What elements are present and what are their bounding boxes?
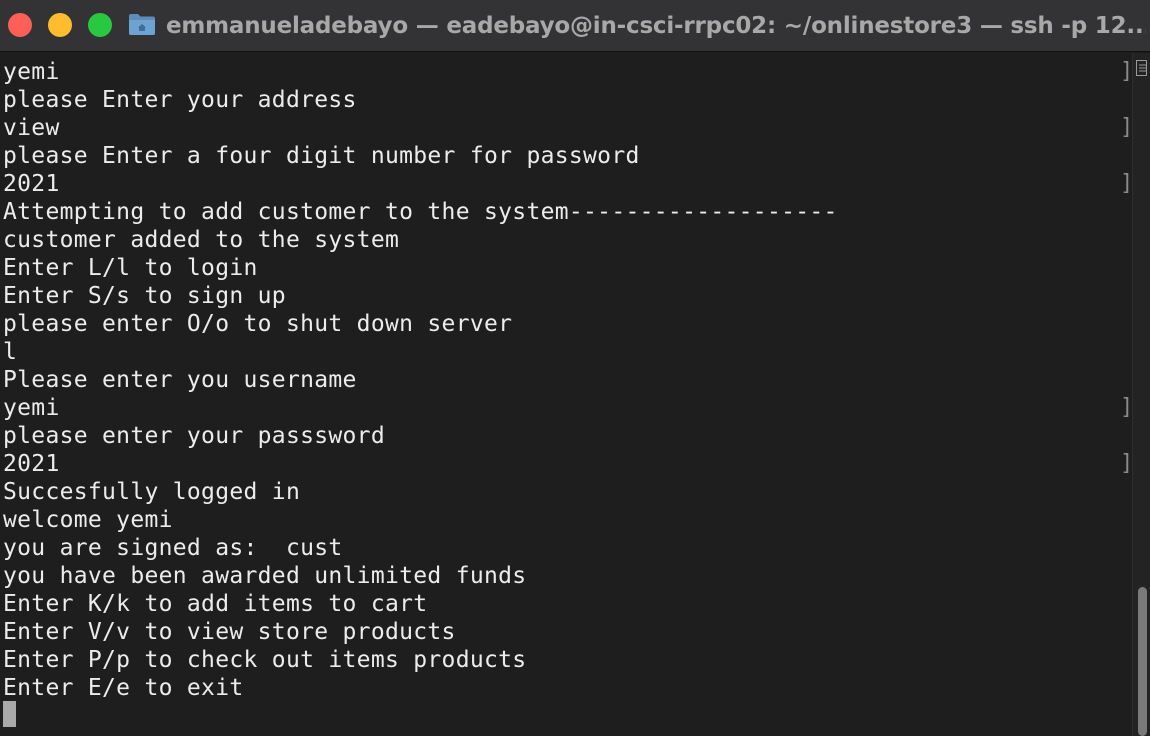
terminal-line: Attempting to add customer to the system…: [3, 199, 838, 225]
terminal-line: please Enter a four digit number for pas…: [3, 143, 640, 169]
terminal-line: please Enter your address: [3, 87, 357, 113]
title-bar[interactable]: emmanueladebayo — eadebayo@in-csci-rrpc0…: [0, 0, 1150, 52]
minimize-button[interactable]: [48, 13, 72, 37]
terminal-line: Enter S/s to sign up: [3, 283, 286, 309]
zoom-button[interactable]: [88, 13, 112, 37]
terminal-line: view: [3, 115, 60, 141]
terminal-line: please enter your passsword: [3, 423, 385, 449]
vertical-scrollbar[interactable]: [1132, 53, 1150, 736]
split-pane-icon[interactable]: [1136, 60, 1147, 76]
text-cursor: [3, 701, 16, 727]
terminal-line: yemi: [3, 395, 60, 421]
terminal-line: Please enter you username: [3, 367, 357, 393]
terminal-line: 2021: [3, 171, 60, 197]
terminal-window: emmanueladebayo — eadebayo@in-csci-rrpc0…: [0, 0, 1150, 736]
terminal-line: Enter K/k to add items to cart: [3, 591, 428, 617]
terminal-line: you are signed as: cust: [3, 535, 343, 561]
terminal-line: welcome yemi: [3, 507, 173, 533]
terminal-line: Enter E/e to exit: [3, 675, 244, 701]
terminal-line: 2021: [3, 451, 60, 477]
folder-icon: [129, 14, 155, 35]
terminal-line: Succesfully logged in: [3, 479, 301, 505]
terminal-line: please enter O/o to shut down server: [3, 311, 513, 337]
terminal-line: l: [3, 339, 18, 365]
close-button[interactable]: [8, 13, 32, 37]
window-title: emmanueladebayo — eadebayo@in-csci-rrpc0…: [166, 13, 1146, 39]
terminal-line: Enter V/v to view store products: [3, 619, 456, 645]
terminal-line: yemi: [3, 59, 60, 85]
terminal-line: Enter P/p to check out items products: [3, 647, 527, 673]
terminal-line: customer added to the system: [3, 227, 400, 253]
terminal-line: Enter L/l to login: [3, 255, 258, 281]
terminal-line: you have been awarded unlimited funds: [3, 563, 527, 589]
terminal-output[interactable]: yemi please Enter your address view plea…: [0, 53, 1133, 736]
scroll-thumb[interactable]: [1138, 587, 1147, 736]
